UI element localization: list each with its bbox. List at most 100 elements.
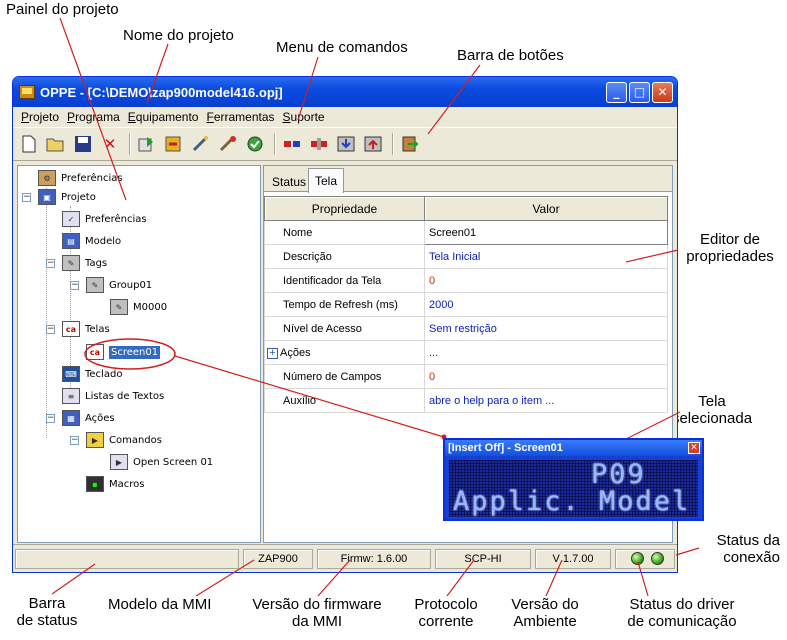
property-row[interactable]: Número de Campos 0	[264, 364, 668, 389]
tree-item-screen01[interactable]: ca Screen01	[86, 343, 161, 361]
collapse-comandos-icon[interactable]: −	[70, 436, 79, 445]
property-value[interactable]: 2000	[424, 292, 668, 317]
window-controls: _ □ ✕	[606, 81, 677, 103]
menu-projeto[interactable]: Projeto	[17, 110, 63, 124]
property-name: Identificador da Tela	[264, 268, 425, 293]
tree-label: Modelo	[85, 235, 122, 247]
screen-preview-window[interactable]: [Insert Off] - Screen01 ✕ P09 Applic. Mo…	[443, 438, 704, 521]
tree-item-macros[interactable]: ▪ Macros	[86, 475, 144, 493]
column-header-valor[interactable]: Valor	[424, 196, 668, 221]
property-row[interactable]: Nível de Acesso Sem restrição	[264, 316, 668, 341]
tree-label: Telas	[85, 323, 110, 335]
download-icon[interactable]	[334, 132, 358, 156]
property-value-input[interactable]: Screen01	[424, 220, 668, 245]
annotation-versao-firmware: Versão do firmware da MMI	[242, 596, 392, 630]
toolbar: ✕	[13, 127, 677, 161]
menu-suporte[interactable]: Suporte	[279, 110, 329, 124]
expand-plus-icon[interactable]: +	[267, 347, 278, 359]
toolbar-separator	[129, 133, 131, 155]
property-row[interactable]: Tempo de Refresh (ms) 2000	[264, 292, 668, 317]
tab-strip: Status Tela	[264, 166, 672, 193]
title-bar[interactable]: OPPE - [C:\DEMO\zap900model416.opj] _ □ …	[13, 77, 677, 107]
property-name: Auxílio	[264, 388, 425, 413]
collapse-group01-icon[interactable]: −	[70, 281, 79, 290]
tab-tela[interactable]: Tela	[308, 168, 345, 193]
menu-equipamento[interactable]: Equipamento	[124, 110, 203, 124]
collapse-telas-icon[interactable]: −	[46, 325, 55, 334]
annotation-driver-line1: Status do driver	[629, 596, 735, 613]
app-icon	[19, 85, 35, 99]
checklist-icon: ✓	[62, 211, 80, 227]
check-icon[interactable]	[243, 132, 267, 156]
minimize-button[interactable]: _	[606, 81, 627, 103]
tree-item-teclado[interactable]: ⌨ Teclado	[62, 365, 122, 383]
tree-item-open-screen[interactable]: ▶ Open Screen 01	[110, 453, 213, 471]
tab-status[interactable]: Status	[266, 171, 312, 192]
property-row[interactable]: Nome Screen01	[264, 220, 668, 245]
annotation-barra-status-line2: de status	[16, 612, 78, 629]
property-row[interactable]: Auxílio abre o help para o item ...	[264, 388, 668, 413]
tree-item-comandos[interactable]: ▶ Comandos	[86, 431, 162, 449]
tree-item-preferencias-root[interactable]: ⚙ Preferências	[38, 169, 123, 187]
open-icon[interactable]	[44, 132, 68, 156]
property-row[interactable]: Descrição Tela Inicial	[264, 244, 668, 269]
status-bar: ZAP900 Firmw: 1.6.00 SCP-HI V 1.7.00	[13, 544, 677, 572]
upload-icon[interactable]	[361, 132, 385, 156]
tree-item-m0000[interactable]: ✎ M0000	[110, 298, 167, 316]
tree-label: Projeto	[61, 191, 96, 203]
tags-icon: ✎	[62, 255, 80, 271]
close-button[interactable]: ✕	[652, 81, 673, 103]
screens-icon: ca	[62, 321, 80, 337]
collapse-tags-icon[interactable]: −	[46, 259, 55, 268]
tree-item-preferencias[interactable]: ✓ Preferências	[62, 210, 147, 228]
property-value[interactable]: ...	[424, 340, 668, 365]
tree-item-projeto[interactable]: ▣ Projeto	[38, 188, 96, 206]
tree-item-acoes[interactable]: ▦ Ações	[62, 409, 115, 427]
property-row[interactable]: Identificador da Tela 0	[264, 268, 668, 293]
property-value[interactable]: abre o help para o item ...	[424, 388, 668, 413]
tree-item-listas-textos[interactable]: ≡ Listas de Textos	[62, 387, 164, 405]
annotation-protocolo-line1: Protocolo	[414, 596, 478, 613]
connect-icon[interactable]	[280, 132, 304, 156]
annotation-editor-line1: Editor de	[699, 231, 761, 248]
actions-icon: ▦	[62, 410, 80, 426]
project-tree-panel: ⚙ Preferências − ▣ Projeto ✓ Preferência…	[17, 165, 261, 543]
menu-programa[interactable]: Programa	[63, 110, 124, 124]
preview-close-icon[interactable]: ✕	[688, 442, 700, 454]
annotation-conexao-line1: Status da	[716, 532, 780, 549]
collapse-projeto-icon[interactable]: −	[22, 193, 31, 202]
collapse-acoes-icon[interactable]: −	[46, 414, 55, 423]
property-value[interactable]: 0	[424, 364, 668, 389]
tree-item-modelo[interactable]: ▤ Modelo	[62, 232, 121, 250]
export-icon[interactable]	[162, 132, 186, 156]
delete-icon[interactable]: ✕	[98, 132, 122, 156]
annotation-protocolo: Protocolo corrente	[406, 596, 486, 630]
import-icon[interactable]	[135, 132, 159, 156]
maximize-button[interactable]: □	[629, 81, 650, 103]
property-value[interactable]: Sem restrição	[424, 316, 668, 341]
disconnect-icon[interactable]	[307, 132, 331, 156]
property-value[interactable]: 0	[424, 268, 668, 293]
macros-icon: ▪	[86, 476, 104, 492]
annotation-ambiente-line2: Ambiente	[513, 613, 577, 630]
tree-item-tags[interactable]: ✎ Tags	[62, 254, 107, 272]
tree-item-group01[interactable]: ✎ Group01	[86, 276, 152, 294]
wrench-gear-icon: ⚙	[38, 170, 56, 186]
property-row[interactable]: + Ações ...	[264, 340, 668, 365]
tree-label: Tags	[85, 257, 108, 269]
column-header-propriedade[interactable]: Propriedade	[264, 196, 425, 221]
lcd-line-1: P09	[591, 459, 646, 490]
save-icon[interactable]	[71, 132, 95, 156]
menu-ferramentas[interactable]: Ferramentas	[202, 110, 278, 124]
property-name: Nível de Acesso	[264, 316, 425, 341]
connection-status-led-icon	[651, 552, 664, 565]
property-value[interactable]: Tela Inicial	[424, 244, 668, 269]
preview-title-bar[interactable]: [Insert Off] - Screen01 ✕	[445, 440, 702, 456]
new-icon[interactable]	[17, 132, 41, 156]
tools-icon[interactable]	[189, 132, 213, 156]
window-title: OPPE - [C:\DEMO\zap900model416.opj]	[40, 84, 283, 100]
annotation-nome-projeto: Nome do projeto	[123, 27, 234, 44]
exit-icon[interactable]	[398, 132, 422, 156]
compile-icon[interactable]	[216, 132, 240, 156]
tree-item-telas[interactable]: ca Telas	[62, 320, 110, 338]
